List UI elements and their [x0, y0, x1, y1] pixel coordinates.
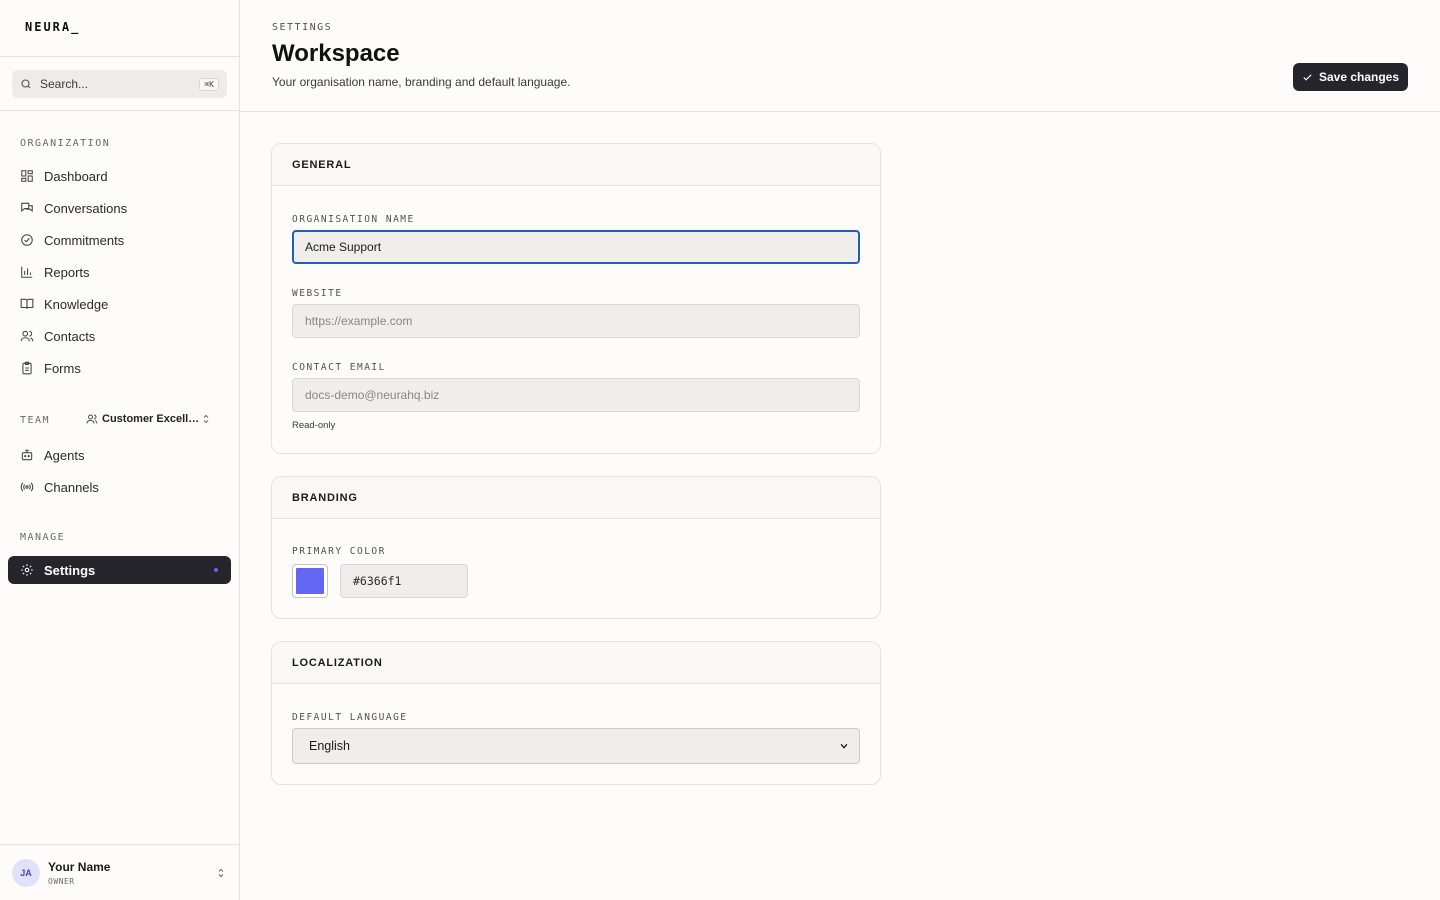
sidebar-item-settings[interactable]: Settings — [8, 556, 231, 584]
check-icon — [1303, 73, 1312, 81]
sidebar-item-knowledge[interactable]: Knowledge — [8, 290, 231, 318]
page-header: SETTINGS Workspace Your organisation nam… — [240, 0, 1440, 112]
bar-chart-icon — [21, 266, 33, 278]
bot-icon — [21, 449, 33, 461]
sidebar-item-agents[interactable]: Agents — [8, 441, 231, 469]
team-name: Customer Excellence — [102, 413, 200, 425]
chevron-up-down-icon — [218, 868, 224, 877]
chat-icon — [21, 202, 33, 213]
page-title: Workspace — [272, 40, 400, 67]
website-input[interactable] — [292, 304, 860, 338]
search-icon — [21, 79, 31, 89]
sidebar-item-label: Knowledge — [44, 296, 109, 312]
sidebar-item-label: Agents — [44, 447, 85, 463]
primary-color-hex-input[interactable]: #6366f1 — [340, 564, 468, 598]
sidebar-item-dashboard[interactable]: Dashboard — [8, 162, 231, 190]
selected-language: English — [309, 739, 350, 753]
chevron-up-down-icon — [203, 414, 209, 424]
page-subtitle: Your organisation name, branding and def… — [272, 75, 571, 89]
general-card: GENERAL ORGANISATION NAME WEBSITE CONTAC… — [271, 143, 881, 454]
card-title: GENERAL — [272, 144, 880, 186]
contact-email-input — [292, 378, 860, 412]
sidebar-item-forms[interactable]: Forms — [8, 354, 231, 382]
color-swatch-fill — [296, 568, 324, 594]
avatar: JA — [12, 858, 40, 887]
user-menu[interactable]: JA Your Name OWNER — [0, 844, 239, 900]
sidebar-item-label: Dashboard — [44, 168, 108, 184]
default-language-label: DEFAULT LANGUAGE — [292, 712, 408, 723]
section-label-manage: MANAGE — [20, 532, 66, 543]
user-name: Your Name — [48, 859, 111, 874]
save-button[interactable]: Save changes — [1293, 63, 1408, 91]
gear-icon — [21, 564, 33, 576]
sidebar-item-conversations[interactable]: Conversations — [8, 194, 231, 222]
card-title: LOCALIZATION — [272, 642, 880, 684]
search-placeholder: Search... — [40, 77, 89, 91]
org-name-input[interactable] — [292, 230, 860, 264]
users-icon — [20, 330, 34, 342]
search-shortcut-badge: ⌘K — [199, 77, 219, 91]
app-logo[interactable]: NEURA_ — [0, 0, 239, 57]
sidebar-item-label: Contacts — [44, 328, 96, 344]
card-title: BRANDING — [272, 477, 880, 519]
default-language-select[interactable]: English — [292, 728, 860, 764]
search-area: Search... ⌘K — [0, 57, 239, 111]
section-label-organization: ORGANIZATION — [20, 138, 111, 149]
localization-card: LOCALIZATION DEFAULT LANGUAGE English — [271, 641, 881, 785]
color-swatch-picker[interactable] — [292, 564, 328, 598]
book-icon — [20, 298, 34, 309]
user-info: Your Name OWNER — [48, 860, 215, 886]
primary-color-label: PRIMARY COLOR — [292, 546, 386, 557]
sidebar-item-label: Settings — [44, 562, 96, 578]
section-label-team: TEAM — [20, 415, 51, 426]
contact-email-label: CONTACT EMAIL — [292, 362, 386, 373]
website-label: WEBSITE — [292, 288, 343, 299]
save-button-label: Save changes — [1318, 70, 1400, 84]
sidebar-item-reports[interactable]: Reports — [8, 258, 231, 286]
sidebar-item-label: Reports — [44, 264, 90, 280]
sidebar-item-channels[interactable]: Channels — [8, 473, 231, 501]
sidebar: NEURA_ Search... ⌘K ORGANIZATION Dashboa… — [0, 0, 240, 900]
check-circle-icon — [21, 234, 33, 246]
breadcrumb: SETTINGS — [272, 22, 333, 33]
sidebar-item-label: Conversations — [44, 200, 128, 216]
sidebar-item-commitments[interactable]: Commitments — [8, 226, 231, 254]
broadcast-icon — [20, 482, 34, 492]
chevron-down-icon — [840, 743, 848, 749]
user-icon — [86, 414, 98, 424]
read-only-hint: Read-only — [292, 420, 336, 431]
sidebar-item-label: Channels — [44, 479, 99, 495]
user-role: OWNER — [48, 876, 75, 886]
branding-card: BRANDING PRIMARY COLOR #6366f1 — [271, 476, 881, 619]
sidebar-item-contacts[interactable]: Contacts — [8, 322, 231, 350]
sidebar-item-label: Commitments — [44, 232, 125, 248]
active-indicator-dot — [214, 568, 218, 572]
team-selector[interactable]: Customer Excellence — [86, 411, 216, 427]
search-input[interactable]: Search... ⌘K — [12, 70, 227, 98]
dashboard-icon — [21, 170, 33, 182]
org-name-label: ORGANISATION NAME — [292, 214, 415, 225]
sidebar-item-label: Forms — [44, 360, 81, 376]
clipboard-icon — [22, 361, 32, 375]
